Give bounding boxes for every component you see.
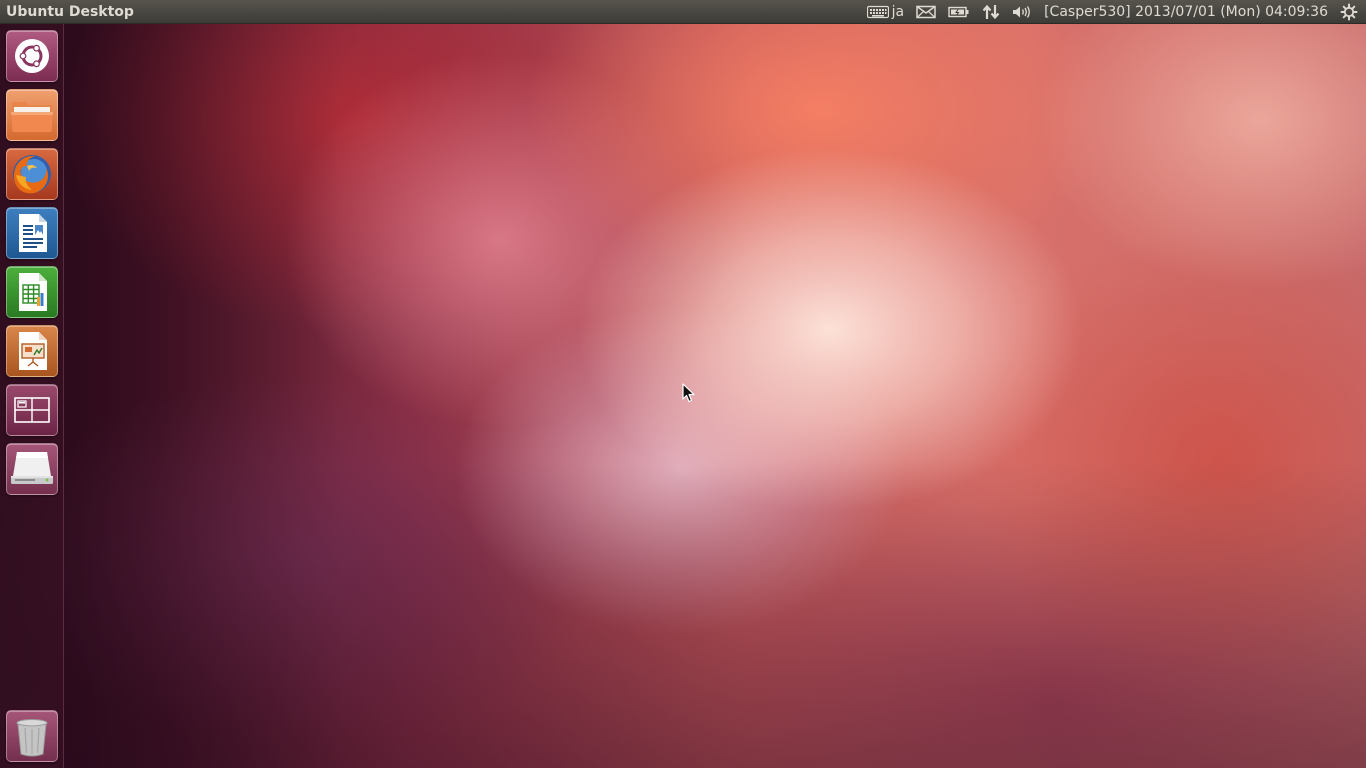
clock-label: [Casper530] 2013/07/01 (Mon) 04:09:36: [1044, 4, 1328, 20]
launcher-item-files[interactable]: [6, 89, 58, 141]
network-icon: [982, 4, 1000, 20]
session-indicator[interactable]: [1334, 0, 1366, 24]
network-indicator[interactable]: [976, 0, 1006, 24]
battery-icon: [948, 5, 970, 19]
launcher-item-libreoffice-writer[interactable]: [6, 207, 58, 259]
unity-launcher: [0, 24, 64, 768]
mail-indicator[interactable]: [910, 0, 942, 24]
volume-indicator[interactable]: [1006, 0, 1038, 24]
launcher-item-firefox[interactable]: [6, 148, 58, 200]
launcher-item-dash-home[interactable]: [6, 30, 58, 82]
mail-icon: [916, 5, 936, 19]
launcher-item-workspace-switcher[interactable]: [6, 384, 58, 436]
keyboard-icon: [866, 5, 889, 19]
launcher-item-removable-drive[interactable]: [6, 443, 58, 495]
keyboard-indicator[interactable]: ja: [861, 0, 910, 24]
launcher-item-libreoffice-impress[interactable]: [6, 325, 58, 377]
launcher-item-libreoffice-calc[interactable]: [6, 266, 58, 318]
clock-indicator[interactable]: [Casper530] 2013/07/01 (Mon) 04:09:36: [1038, 0, 1334, 24]
desktop-screen: Ubuntu Desktop ja [Casper530] 2013/07/01…: [0, 0, 1366, 768]
indicator-area: ja [Casper530] 2013/07/01 (Mon) 04:09:36: [861, 0, 1366, 24]
keyboard-layout-label: ja: [891, 4, 905, 20]
volume-icon: [1012, 5, 1032, 19]
battery-indicator[interactable]: [942, 0, 976, 24]
window-title: Ubuntu Desktop: [6, 4, 134, 20]
launcher-item-trash[interactable]: [6, 710, 58, 762]
gear-icon: [1340, 3, 1358, 21]
mouse-cursor-icon: [682, 383, 696, 407]
top-panel: Ubuntu Desktop ja [Casper530] 2013/07/01…: [0, 0, 1366, 24]
